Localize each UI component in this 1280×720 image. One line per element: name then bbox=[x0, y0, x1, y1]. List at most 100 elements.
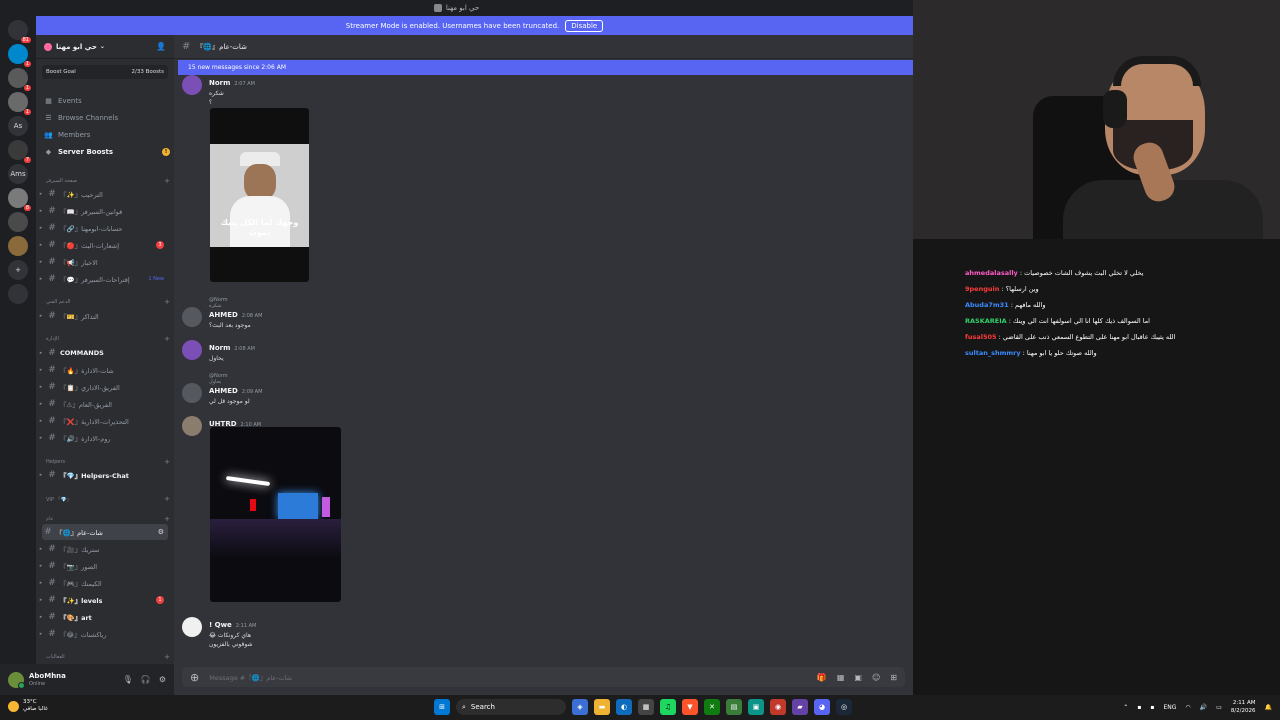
user-avatar[interactable] bbox=[8, 671, 25, 689]
weather-widget[interactable]: 33°C غالبا صافي bbox=[8, 699, 48, 713]
add-channel-icon[interactable]: + bbox=[164, 653, 170, 661]
app-icon[interactable]: ▤ bbox=[726, 699, 742, 715]
nav-members[interactable]: 👥 Members bbox=[42, 128, 170, 142]
channel-item[interactable]: ▸ # 『📖』قوانين-السيرفر bbox=[36, 203, 168, 219]
chevron-right-icon[interactable]: ▸ bbox=[36, 259, 46, 265]
channel-category[interactable]: الدعم الفني + bbox=[42, 297, 170, 307]
channel-item[interactable]: ▸ # 『💬』إقتراحات-السيرفر 1 New bbox=[36, 271, 168, 287]
avatar[interactable] bbox=[182, 340, 202, 360]
channel-category[interactable]: الإدارة + bbox=[42, 334, 170, 344]
add-channel-icon[interactable]: + bbox=[164, 298, 170, 306]
channel-category[interactable]: صفحة السيرفر + bbox=[42, 176, 170, 186]
tray-app-icon[interactable]: ▪ bbox=[1137, 704, 1141, 711]
clock[interactable]: 2:11 AM 8/2/2026 bbox=[1231, 699, 1256, 715]
server-icon[interactable] bbox=[8, 284, 28, 304]
server-icon[interactable]: As bbox=[8, 116, 28, 136]
channel-item[interactable]: ▸ # 『📋』الفريق-الاداري bbox=[36, 379, 168, 395]
channel-item[interactable]: ▸ # 『🎫』التذاكر bbox=[36, 308, 168, 324]
channel-item[interactable]: ▸ # 『🔥』شات-الادارة bbox=[36, 362, 168, 378]
channel-settings-icon[interactable]: ⚙ bbox=[158, 528, 164, 536]
message-composer[interactable]: ⊕ Message #『🌐』شات-عام 🎁 ▦ ▣ ☺ ⊞ bbox=[182, 667, 905, 687]
chevron-right-icon[interactable]: ▸ bbox=[36, 208, 46, 214]
add-channel-icon[interactable]: + bbox=[164, 495, 170, 503]
copilot-icon[interactable]: ◈ bbox=[572, 699, 588, 715]
chevron-right-icon[interactable]: ▸ bbox=[36, 418, 46, 424]
microphone-icon[interactable]: 🎙 bbox=[123, 675, 133, 684]
twitch-icon[interactable]: ▰ bbox=[792, 699, 808, 715]
avatar[interactable] bbox=[182, 75, 202, 95]
add-channel-icon[interactable]: + bbox=[164, 335, 170, 343]
edge-icon[interactable]: ◐ bbox=[616, 699, 632, 715]
channel-item[interactable]: ▸ # 『💎』Helpers-Chat bbox=[36, 467, 168, 483]
start-icon[interactable]: ⊞ bbox=[434, 699, 450, 715]
channel-item[interactable]: ▸ # 『✨』الترحيب bbox=[36, 186, 168, 202]
nav-events[interactable]: ▦ Events bbox=[42, 94, 170, 108]
message-author[interactable]: AHMED bbox=[209, 387, 238, 395]
chevron-right-icon[interactable]: ▸ bbox=[36, 563, 46, 569]
sticker-icon[interactable]: ▣ bbox=[854, 673, 862, 682]
channel-item[interactable]: ▸ # 『❌』التحذيرات-الادارية bbox=[36, 413, 168, 429]
steam-icon[interactable]: ◎ bbox=[836, 699, 852, 715]
channel-category[interactable]: VIP 『💎』 + bbox=[42, 494, 170, 504]
server-icon[interactable]: 1 bbox=[8, 68, 31, 91]
new-messages-bar[interactable]: 15 new messages since 2:06 AM bbox=[178, 60, 913, 75]
user-name[interactable]: AboMhna bbox=[29, 672, 66, 680]
nav-browse-channels[interactable]: ☰ Browse Channels bbox=[42, 111, 170, 125]
emoji-icon[interactable]: ☺ bbox=[872, 673, 880, 682]
chevron-right-icon[interactable]: ▸ bbox=[36, 367, 46, 373]
server-icon[interactable]: 81 bbox=[8, 20, 31, 43]
chevron-right-icon[interactable]: ▸ bbox=[36, 631, 46, 637]
network-icon[interactable]: ◠ bbox=[1185, 704, 1190, 711]
chevron-right-icon[interactable]: ▸ bbox=[36, 276, 46, 282]
message-author[interactable]: AHMED bbox=[209, 311, 238, 319]
server-icon[interactable]: Ams bbox=[8, 164, 28, 184]
chevron-right-icon[interactable]: ▸ bbox=[36, 546, 46, 552]
avatar[interactable] bbox=[182, 416, 202, 436]
disable-streamer-mode-button[interactable]: Disable bbox=[565, 19, 604, 32]
app-icon[interactable]: ▣ bbox=[748, 699, 764, 715]
channel-item[interactable]: ▸ # 『✨』levels 1 bbox=[36, 592, 168, 608]
image-attachment[interactable] bbox=[210, 427, 341, 602]
channel-category[interactable]: الفعاليات + bbox=[42, 652, 170, 662]
tray-app-icon[interactable]: ▪ bbox=[1150, 704, 1154, 711]
gif-icon[interactable]: ▦ bbox=[837, 673, 845, 682]
server-icon[interactable]: 7 bbox=[8, 140, 31, 163]
boost-goal-bar[interactable]: Boost Goal 2/33 Boosts bbox=[42, 65, 168, 79]
channel-item[interactable]: ▸ # 『📢』الاخبار bbox=[36, 254, 168, 270]
server-icon[interactable]: 8 bbox=[8, 188, 31, 211]
store-icon[interactable]: ▦ bbox=[638, 699, 654, 715]
battery-icon[interactable]: ▭ bbox=[1216, 704, 1222, 711]
gift-icon[interactable]: 🎁 bbox=[817, 673, 827, 682]
add-attachment-icon[interactable]: ⊕ bbox=[190, 671, 199, 684]
avatar[interactable] bbox=[182, 307, 202, 327]
channel-item[interactable]: ▸ # 『🔴』إشعارات-البث 3 bbox=[36, 237, 168, 253]
image-attachment[interactable]: وجهك لما الكل يبيك تموت bbox=[210, 108, 309, 282]
channel-item[interactable]: ▸ # 『🎮』الكيمنك bbox=[36, 575, 168, 591]
channel-item[interactable]: ▸ # 『😂』رياكشنات bbox=[36, 626, 168, 642]
chevron-right-icon[interactable]: ▸ bbox=[36, 597, 46, 603]
headphones-icon[interactable]: 🎧 bbox=[141, 675, 151, 684]
xbox-icon[interactable]: ✕ bbox=[704, 699, 720, 715]
guild-header[interactable]: حي ابو مهنا ⌄ 👤 bbox=[36, 35, 174, 59]
chevron-up-icon[interactable]: ⌃ bbox=[1123, 704, 1128, 711]
server-icon[interactable] bbox=[8, 236, 28, 256]
message-author[interactable]: Norm bbox=[209, 344, 230, 352]
invite-people-icon[interactable]: 👤 bbox=[156, 42, 166, 51]
discord-icon[interactable]: ◕ bbox=[814, 699, 830, 715]
message-input[interactable]: Message #『🌐』شات-عام bbox=[209, 672, 292, 682]
language-indicator[interactable]: ENG bbox=[1163, 704, 1176, 711]
add-channel-icon[interactable]: + bbox=[164, 177, 170, 185]
channel-category[interactable]: Helpers + bbox=[42, 457, 170, 467]
chevron-right-icon[interactable]: ▸ bbox=[36, 472, 46, 478]
channel-item[interactable]: ▸ # 『🎥』ستريك bbox=[36, 541, 168, 557]
chevron-right-icon[interactable]: ▸ bbox=[36, 313, 46, 319]
channel-item[interactable]: # 『🌐』شات-عام ⚙ bbox=[42, 524, 168, 540]
chevron-right-icon[interactable]: ▸ bbox=[36, 225, 46, 231]
gear-icon[interactable]: ⚙ bbox=[159, 675, 166, 684]
server-icon[interactable]: 1 bbox=[8, 44, 31, 67]
chevron-right-icon[interactable]: ▸ bbox=[36, 191, 46, 197]
taskbar-search[interactable]: ⌕ Search bbox=[456, 699, 566, 715]
channel-item[interactable]: ▸ # 『⚠』الفريق-العام bbox=[36, 396, 168, 412]
avatar[interactable] bbox=[182, 383, 202, 403]
brave-icon[interactable]: ▼ bbox=[682, 699, 698, 715]
